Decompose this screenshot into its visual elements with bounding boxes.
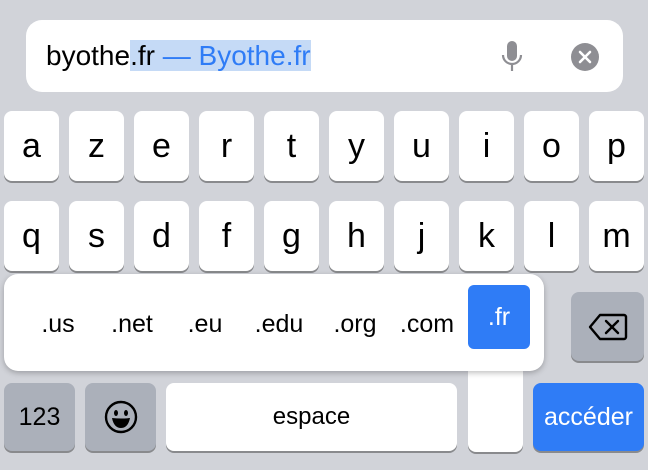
key-e[interactable]: e <box>134 111 189 181</box>
microphone-icon[interactable] <box>500 40 524 74</box>
tld-option[interactable]: .us <box>30 306 86 342</box>
key-t[interactable]: t <box>264 111 319 181</box>
space-key[interactable]: espace <box>166 383 457 451</box>
tld-popup-stem <box>468 360 523 452</box>
tld-popup: .us .net .eu .edu .org .com .fr <box>4 274 544 371</box>
key-l[interactable]: l <box>524 201 579 271</box>
key-f[interactable]: f <box>199 201 254 271</box>
key-z[interactable]: z <box>69 111 124 181</box>
tld-option-active[interactable]: .fr <box>468 285 530 349</box>
autocomplete-suggestion: — Byothe.fr <box>154 40 311 71</box>
key-u[interactable]: u <box>394 111 449 181</box>
key-d[interactable]: d <box>134 201 189 271</box>
key-m[interactable]: m <box>589 201 644 271</box>
autocomplete-selection: .fr — Byothe.fr <box>130 40 311 71</box>
backspace-icon <box>588 313 627 340</box>
tld-option[interactable]: .edu <box>244 306 314 342</box>
tld-option[interactable]: .com <box>392 306 462 342</box>
key-i[interactable]: i <box>459 111 514 181</box>
tld-option[interactable]: .org <box>322 306 388 342</box>
selected-suffix: .fr <box>130 40 155 71</box>
emoji-key[interactable] <box>85 383 156 451</box>
key-o[interactable]: o <box>524 111 579 181</box>
key-g[interactable]: g <box>264 201 319 271</box>
key-h[interactable]: h <box>329 201 384 271</box>
tld-option[interactable]: .eu <box>178 306 232 342</box>
key-s[interactable]: s <box>69 201 124 271</box>
go-key[interactable]: accéder <box>533 383 644 451</box>
key-q[interactable]: q <box>4 201 59 271</box>
backspace-key[interactable] <box>571 292 644 361</box>
emoji-icon <box>104 400 137 434</box>
key-p[interactable]: p <box>589 111 644 181</box>
address-text[interactable]: byothe.fr — Byothe.fr <box>46 20 311 92</box>
clear-x-icon <box>578 50 592 64</box>
typed-text: byothe <box>46 40 131 71</box>
key-j[interactable]: j <box>394 201 449 271</box>
key-k[interactable]: k <box>459 201 514 271</box>
key-r[interactable]: r <box>199 111 254 181</box>
tld-option[interactable]: .net <box>100 306 164 342</box>
address-bar[interactable]: byothe.fr — Byothe.fr <box>26 20 623 92</box>
key-y[interactable]: y <box>329 111 384 181</box>
numbers-key[interactable]: 123 <box>4 383 75 451</box>
clear-text-icon[interactable] <box>571 43 599 71</box>
key-a[interactable]: a <box>4 111 59 181</box>
